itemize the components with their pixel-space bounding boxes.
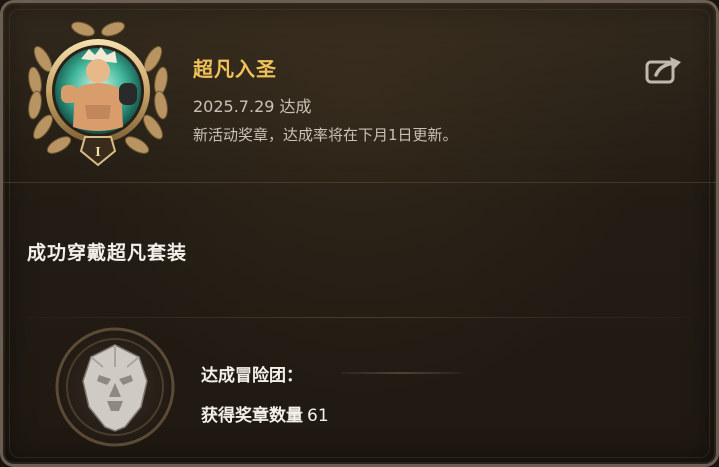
- medal-icon: I: [28, 21, 168, 167]
- share-icon: [645, 57, 681, 84]
- medal-count-value: 61: [307, 406, 329, 426]
- medal-count-row: 获得奖章数量 61: [201, 401, 329, 426]
- achievement-notice: 新活动奖章，达成率将在下月1日更新。: [193, 126, 458, 144]
- medal-rank: I: [95, 145, 100, 160]
- achievement-title: 超凡入圣: [193, 57, 277, 81]
- achievement-header: I 超凡入圣 2025.7.29 达成 新活动奖章，达成率将在下月1日更新。: [3, 3, 716, 183]
- medal-count-label: 获得奖章数量: [201, 406, 303, 426]
- section-divider: [27, 317, 692, 318]
- achievement-panel: I 超凡入圣 2025.7.29 达成 新活动奖章，达成率将在下月1日更新。 成…: [0, 0, 719, 467]
- achievement-date: 2025.7.29 达成: [193, 97, 312, 116]
- adventure-team-label: 达成冒险团：: [201, 366, 303, 386]
- adventure-team-value: [341, 372, 461, 374]
- lion-head-icon: [55, 327, 175, 447]
- share-button[interactable]: [643, 53, 685, 87]
- achievement-condition: 成功穿戴超凡套装: [27, 242, 188, 264]
